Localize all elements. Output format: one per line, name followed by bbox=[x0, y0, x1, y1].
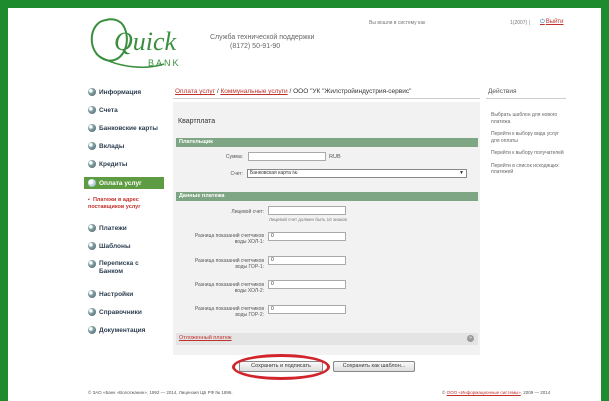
credits-icon bbox=[88, 160, 96, 168]
sidebar-item-documentation[interactable]: Документация bbox=[88, 326, 145, 334]
action-choose-template[interactable]: Выбрать шаблон для нового платежа bbox=[491, 112, 566, 125]
payments-icon bbox=[88, 224, 96, 232]
accounts-icon bbox=[88, 106, 96, 114]
meter-label-hot-1: Разница показаний счетчиков воды ГОР-1: bbox=[194, 258, 264, 270]
account-select[interactable]: Банковская карта № ▼ bbox=[247, 169, 467, 178]
breadcrumb-current: ООО "УК "Жилстройиндустрия-сервис" bbox=[293, 88, 412, 95]
breadcrumb-payment-services[interactable]: Оплата услуг bbox=[175, 88, 215, 95]
action-choose-recipient[interactable]: Перейти к выбору получателей bbox=[491, 150, 566, 157]
sidebar-subitem-supplier-payments[interactable]: ▪ Платежи в адрес поставщиков услуг bbox=[88, 197, 166, 211]
exit-icon: ⏻ bbox=[540, 19, 545, 25]
meter-label-hot-2: Разница показаний счетчиков воды ГОР-2: bbox=[194, 306, 264, 318]
payer-section-header: Плательщик bbox=[176, 138, 478, 147]
personal-account-hint: Лицевой счет должен быть 10 знаков bbox=[269, 217, 347, 222]
sum-input[interactable] bbox=[248, 152, 326, 161]
action-outgoing-payments[interactable]: Перейти в список исходящих платежей bbox=[491, 163, 566, 176]
save-as-template-button[interactable]: Сохранить как шаблон... bbox=[333, 361, 415, 372]
exit-link[interactable]: ⏻Выйти bbox=[540, 19, 564, 26]
developer-link[interactable]: ООО «Информационные системы» bbox=[447, 390, 521, 395]
correspondence-icon bbox=[88, 260, 96, 268]
support-info: Служба технической поддержки (8172) 50-9… bbox=[210, 33, 314, 51]
personal-account-label: Лицевой счет: bbox=[231, 209, 264, 215]
cards-icon bbox=[88, 124, 96, 132]
actions-title: Действия bbox=[488, 88, 517, 95]
personal-account-input[interactable] bbox=[268, 206, 346, 215]
meter-input-cold-1[interactable]: 0 bbox=[268, 232, 346, 241]
svg-text:BANK: BANK bbox=[148, 58, 181, 68]
highlight-oval bbox=[232, 354, 330, 380]
sidebar-item-cards[interactable]: Банковские карты bbox=[88, 124, 158, 132]
form-title: Квартплата bbox=[178, 118, 216, 125]
sum-label: Сумма: bbox=[225, 154, 243, 160]
actions-divider bbox=[486, 98, 566, 99]
sidebar-item-references[interactable]: Справочники bbox=[88, 308, 142, 316]
expand-icon[interactable]: » bbox=[467, 335, 474, 342]
breadcrumb-divider bbox=[173, 98, 480, 99]
breadcrumb-utilities[interactable]: Коммунальные услуги bbox=[220, 88, 287, 95]
meter-label-cold-1: Разница показаний счетчиков воды ХОЛ-1: bbox=[194, 233, 264, 245]
sidebar-item-accounts[interactable]: Счета bbox=[88, 106, 118, 114]
settings-icon bbox=[88, 290, 96, 298]
actions-list: Выбрать шаблон для нового платежа Перейт… bbox=[491, 112, 566, 182]
meter-input-hot-2[interactable]: 0 bbox=[268, 305, 346, 314]
sidebar-item-payment-services[interactable]: Оплата услуг bbox=[84, 177, 164, 189]
account-label: Счет: bbox=[230, 171, 243, 177]
chevron-down-icon: ▼ bbox=[459, 170, 464, 176]
sidebar-item-settings[interactable]: Настройки bbox=[88, 290, 133, 298]
meter-input-hot-1[interactable]: 0 bbox=[268, 256, 346, 265]
pending-payment-link[interactable]: Отложенный платеж bbox=[179, 335, 232, 341]
templates-icon bbox=[88, 242, 96, 250]
payment-data-section-header: Данные платежа bbox=[176, 192, 478, 201]
deposits-icon bbox=[88, 142, 96, 150]
user-id: 1(2007) | bbox=[510, 20, 530, 26]
footer-copyright: © ЗАО «Банк «Вологжанин», 1992 — 2014, Л… bbox=[88, 390, 233, 395]
info-icon bbox=[88, 88, 96, 96]
sidebar-item-payments[interactable]: Платежи bbox=[88, 224, 127, 232]
currency-label: RUB bbox=[329, 154, 341, 160]
support-title: Служба технической поддержки bbox=[210, 34, 315, 41]
login-status: Вы вошли в систему как bbox=[369, 20, 426, 26]
svg-text:Quick: Quick bbox=[114, 27, 177, 56]
documentation-icon bbox=[88, 326, 96, 334]
payment-services-icon bbox=[88, 179, 96, 187]
meter-input-cold-2[interactable]: 0 bbox=[268, 280, 346, 289]
breadcrumb: Оплата услуг / Коммунальные услуги / ООО… bbox=[175, 88, 412, 95]
support-phone: (8172) 50-91-90 bbox=[230, 43, 281, 50]
quickbank-logo: Quick BANK bbox=[90, 18, 181, 68]
sidebar-item-deposits[interactable]: Вклады bbox=[88, 142, 124, 150]
meter-label-cold-2: Разница показаний счетчиков воды ХОЛ-2: bbox=[194, 282, 264, 294]
sidebar-item-correspondence[interactable]: Переписка с Банком bbox=[88, 260, 160, 276]
references-icon bbox=[88, 308, 96, 316]
footer-developer: © ООО «Информационные системы», 2009 — 2… bbox=[442, 390, 551, 395]
sidebar-item-credits[interactable]: Кредиты bbox=[88, 160, 127, 168]
action-choose-service[interactable]: Перейти к выбору вида услуг для оплаты bbox=[491, 131, 566, 144]
sidebar-item-info[interactable]: Информация bbox=[88, 88, 141, 96]
sidebar-item-templates[interactable]: Шаблоны bbox=[88, 242, 131, 250]
